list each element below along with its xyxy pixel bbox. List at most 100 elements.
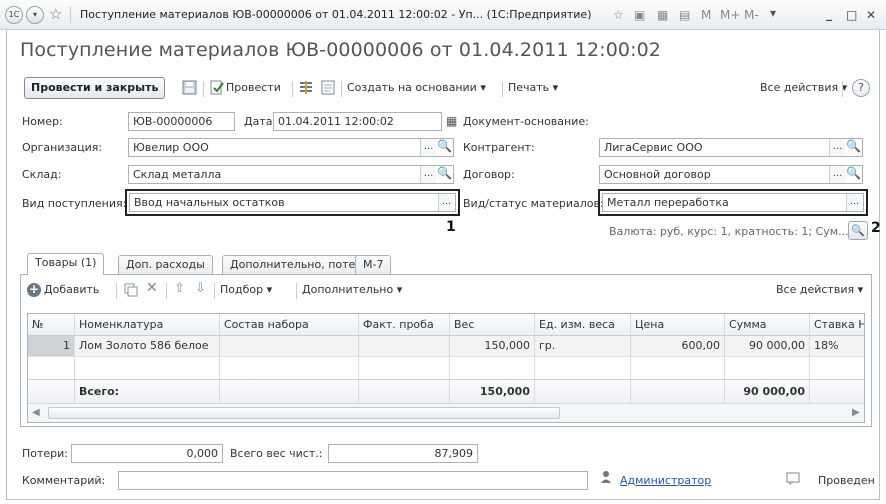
tab-extra-costs[interactable]: Доп. расходы <box>118 255 213 275</box>
warehouse-open-icon[interactable]: 🔍 <box>437 166 452 180</box>
callout-2: 2 <box>871 220 881 236</box>
scroll-right-icon[interactable]: ▶ <box>852 407 860 418</box>
number-field[interactable]: ЮВ-00000006 <box>128 112 235 131</box>
author-link[interactable]: Администратор <box>620 474 711 487</box>
table-all-actions-button[interactable]: Все действия ▾ <box>776 281 863 299</box>
movements-icon[interactable] <box>298 80 314 95</box>
app-logo-icon[interactable]: 1С <box>5 6 23 24</box>
move-down-icon[interactable]: ⇩ <box>195 281 206 296</box>
calendar-icon[interactable]: ▤ <box>679 6 690 24</box>
add-row-button[interactable]: Добавить <box>44 281 99 299</box>
empty-cell <box>28 357 75 379</box>
counterparty-open-icon[interactable]: 🔍 <box>846 139 861 153</box>
column-header-fineness[interactable]: Факт. проба <box>359 314 450 335</box>
footer-cell <box>28 380 75 403</box>
warehouse-field[interactable]: Склад металла <box>128 165 454 184</box>
bookmark-icon[interactable]: ▣ <box>634 6 645 24</box>
save-icon[interactable] <box>182 80 197 95</box>
post-and-close-button[interactable]: Провести и закрыть <box>24 77 166 99</box>
contract-open-icon[interactable]: 🔍 <box>846 166 861 180</box>
material-status-field[interactable]: Металл переработка <box>602 193 864 212</box>
additional-button[interactable]: Дополнительно ▾ <box>302 281 402 299</box>
add-favorite-icon[interactable]: ☆ <box>613 6 624 24</box>
report-icon[interactable] <box>321 80 335 95</box>
organization-field[interactable]: Ювелир ООО <box>128 138 454 157</box>
receipt-kind-field[interactable]: Ввод начальных остатков <box>129 193 456 212</box>
tab-m7[interactable]: М-7 <box>355 255 392 275</box>
losses-field[interactable]: 0,000 <box>71 444 223 463</box>
menu-dropdown-icon[interactable]: ▾ <box>26 6 44 24</box>
empty-cell <box>535 357 631 379</box>
column-header-weight-unit[interactable]: Ед. изм. веса <box>535 314 631 335</box>
toolbar-separator <box>842 81 843 97</box>
table-empty-area[interactable] <box>28 357 864 379</box>
column-header-weight[interactable]: Вес <box>450 314 535 335</box>
row-fineness-cell[interactable] <box>359 336 450 356</box>
contract-field[interactable]: Основной договор <box>599 165 863 184</box>
column-header-num[interactable]: № <box>28 314 75 335</box>
tab-goods[interactable]: Товары (1) <box>27 253 105 275</box>
scrollbar-thumb[interactable] <box>48 407 560 419</box>
memory-m-icon[interactable]: M <box>701 6 711 24</box>
memory-plus-icon[interactable]: M+ <box>720 6 740 24</box>
comment-field[interactable] <box>118 471 588 490</box>
add-icon[interactable]: + <box>27 283 41 297</box>
net-weight-field[interactable]: 87,909 <box>328 444 478 463</box>
favorite-star-icon[interactable]: ☆ <box>49 5 62 23</box>
table-row[interactable]: 1 Лом Золото 586 белое 150,000 гр. 600,0… <box>28 336 864 357</box>
print-button[interactable]: Печать ▾ <box>508 79 558 97</box>
organization-open-icon[interactable]: 🔍 <box>437 139 452 153</box>
horizontal-scrollbar[interactable]: ◀ ▶ <box>28 403 864 422</box>
column-header-set[interactable]: Состав набора <box>220 314 359 335</box>
column-header-item[interactable]: Номенклатура <box>75 314 220 335</box>
empty-cell <box>631 357 725 379</box>
scroll-left-icon[interactable]: ◀ <box>32 407 40 418</box>
currency-search-icon[interactable]: 🔍 <box>848 221 868 240</box>
column-header-sum[interactable]: Сумма <box>725 314 810 335</box>
minimize-icon[interactable]: _ <box>826 5 832 23</box>
delete-row-icon[interactable]: ✕ <box>146 280 158 296</box>
empty-cell <box>725 357 810 379</box>
row-vat-cell[interactable]: 18% <box>810 336 864 356</box>
row-sum-cell[interactable]: 90 000,00 <box>725 336 810 356</box>
date-field[interactable]: 01.04.2011 12:00:02 <box>273 112 442 131</box>
copy-row-icon[interactable] <box>124 283 138 297</box>
move-up-icon[interactable]: ⇧ <box>174 281 185 296</box>
calendar-picker-icon[interactable]: ▦ <box>446 114 457 128</box>
page-title: Поступление материалов ЮВ-00000006 от 01… <box>20 39 661 61</box>
selection-button[interactable]: Подбор ▾ <box>220 281 272 299</box>
footer-total-weight: 150,000 <box>450 380 535 403</box>
row-weight-cell[interactable]: 150,000 <box>450 336 535 356</box>
post-button[interactable]: Провести <box>226 79 281 97</box>
memory-minus-icon[interactable]: M- <box>744 6 759 24</box>
toolbar-separator <box>502 81 503 97</box>
table-footer: Всего: 150,000 90 000,00 <box>28 379 864 403</box>
create-based-on-button[interactable]: Создать на основании ▾ <box>347 79 486 97</box>
toolbar-separator <box>296 283 297 299</box>
row-weight-unit-cell[interactable]: гр. <box>535 336 631 356</box>
row-item-cell[interactable]: Лом Золото 586 белое <box>75 336 220 356</box>
row-price-cell[interactable]: 600,00 <box>631 336 725 356</box>
organization-select-button[interactable]: ... <box>420 139 436 156</box>
column-header-vat[interactable]: Ставка Н <box>810 314 864 335</box>
post-icon[interactable] <box>210 80 224 95</box>
warehouse-select-button[interactable]: ... <box>420 166 436 183</box>
contract-label: Договор: <box>463 168 515 181</box>
row-set-cell[interactable] <box>220 336 359 356</box>
close-icon[interactable]: ✕ <box>866 6 876 24</box>
receipt-kind-select-button[interactable]: ... <box>438 194 454 211</box>
user-icon <box>600 470 612 484</box>
help-icon[interactable]: ? <box>852 79 870 97</box>
panel-menu-icon[interactable]: ▾ <box>770 4 776 22</box>
maximize-icon[interactable]: □ <box>846 6 857 24</box>
contract-select-button[interactable]: ... <box>829 166 845 183</box>
column-header-price[interactable]: Цена <box>631 314 725 335</box>
receipt-kind-label: Вид поступления: <box>22 197 127 210</box>
counterparty-select-button[interactable]: ... <box>829 139 845 156</box>
material-status-select-button[interactable]: ... <box>846 194 862 211</box>
footer-cell <box>359 380 450 403</box>
counterparty-field[interactable]: ЛигаСервис ООО <box>599 138 863 157</box>
currency-info[interactable]: Валюта: руб, курс: 1, кратность: 1; Сум.… <box>609 225 849 238</box>
calculator-icon[interactable]: ▦ <box>657 6 668 24</box>
all-actions-button[interactable]: Все действия ▾ <box>760 79 847 97</box>
